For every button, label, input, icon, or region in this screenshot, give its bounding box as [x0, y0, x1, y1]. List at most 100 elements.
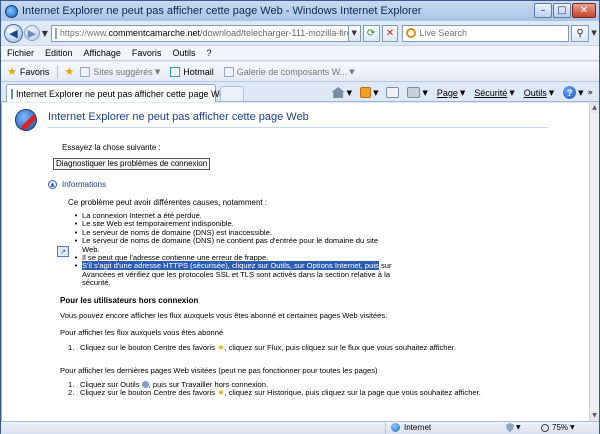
vertical-scrollbar[interactable]: ▲ ▼ [589, 103, 599, 421]
collapse-icon: ▲ [48, 180, 57, 189]
chevron-down-icon[interactable]: ▼ [578, 89, 583, 97]
chevron-down-icon: ▼ [459, 88, 466, 97]
chevron-down-icon: ▼ [570, 424, 575, 431]
status-text-area [1, 422, 386, 434]
maximize-button[interactable]: □ [553, 3, 571, 18]
chevron-down-icon: ▼ [349, 67, 355, 76]
fav-link-hotmail[interactable]: Hotmail [170, 66, 214, 77]
favorites-button[interactable]: Favoris [20, 67, 50, 77]
more-commands-button[interactable]: » [587, 88, 593, 98]
tab-label: Internet Explorer ne peut pas afficher c… [16, 88, 230, 99]
rss-feed-icon[interactable] [360, 87, 372, 98]
hotmail-icon [170, 66, 181, 77]
information-label: Informations [62, 180, 107, 189]
window-title: Internet Explorer ne peut pas afficher c… [22, 5, 422, 17]
menu-fichier[interactable]: Fichier [7, 48, 34, 58]
forward-arrow-icon: ▶ [27, 26, 37, 40]
protected-mode-indicator[interactable]: ▼ [506, 423, 521, 432]
help-icon[interactable]: ? [563, 86, 577, 99]
stop-button[interactable]: ✕ [381, 24, 399, 42]
page-menu-button[interactable]: Page [437, 88, 458, 98]
zoom-control[interactable]: 75% ▼ [541, 423, 575, 432]
address-row: ◀ ▶ ▼ https://www. commentcamarche.net /… [1, 22, 599, 44]
security-zone[interactable]: Internet [391, 423, 431, 432]
close-button[interactable]: ✕ [572, 3, 596, 18]
search-button[interactable]: ⚲ [571, 24, 590, 42]
list-item: 1. Cliquez sur le bouton Centre des favo… [68, 343, 488, 352]
address-dropdown-button[interactable]: ▼ [348, 24, 361, 42]
title-bar: Internet Explorer ne peut pas afficher c… [1, 1, 599, 21]
zoom-icon [541, 423, 549, 432]
page-title: Internet Explorer ne peut pas afficher c… [48, 111, 309, 123]
favorites-star-icon: ★ [7, 65, 17, 78]
information-toggle[interactable]: ▲ Informations [48, 180, 106, 189]
chevron-down-icon: ▼ [516, 424, 521, 431]
menu-help[interactable]: ? [206, 48, 211, 58]
status-bar: Internet ▼ 75% ▼ [1, 421, 599, 434]
offline-paragraph-2: Pour afficher les flux auxquels vous ête… [60, 328, 224, 337]
chevron-down-icon[interactable]: ▼ [347, 89, 352, 97]
history-dropdown-icon[interactable]: ▼ [42, 29, 48, 38]
chevron-down-icon[interactable]: ▼ [422, 89, 427, 97]
offline-heading: Pour les utilisateurs hors connexion [60, 296, 199, 305]
chevron-down-icon: ▼ [154, 67, 161, 76]
cannot-display-icon [15, 109, 37, 131]
title-divider [48, 127, 548, 128]
fav-link-label: Sites suggérés [93, 66, 153, 77]
menu-edition[interactable]: Edition [45, 48, 73, 58]
step-text-before: Cliquez sur le bouton Centre des favoris [80, 343, 216, 352]
home-icon[interactable] [331, 87, 345, 98]
security-menu-button[interactable]: Sécurité [474, 88, 507, 98]
search-input[interactable] [419, 28, 560, 38]
stop-icon: ✕ [385, 27, 395, 39]
scroll-down-icon[interactable]: ▼ [590, 411, 599, 421]
fav-link-label: Hotmail [183, 66, 214, 77]
step-text-before: Cliquez sur le bouton Centre des favoris [80, 388, 216, 398]
list-item: 2. Cliquez sur le bouton Centre des favo… [68, 388, 488, 398]
favorites-separator [57, 64, 59, 79]
menu-favoris[interactable]: Favoris [132, 48, 162, 58]
fav-link-suggested-sites[interactable]: Sites suggérés ▼ [80, 66, 161, 77]
globe-icon [391, 423, 400, 432]
menu-outils[interactable]: Outils [172, 48, 195, 58]
favorites-bar: ★ Favoris ★ Sites suggérés ▼ Hotmail Gal… [1, 62, 599, 82]
mail-icon[interactable] [386, 87, 400, 98]
try-label: Essayez la chose suivante : [62, 143, 161, 152]
command-bar: ▼ ▼ ▼ Page ▼ Sécurité ▼ Outils ▼ ? ▼ » [324, 85, 593, 100]
add-to-favorites-icon[interactable]: ★ [64, 65, 74, 78]
forward-button[interactable]: ▶ [23, 25, 40, 41]
refresh-button[interactable]: ⟳ [362, 24, 380, 42]
step-number: 2. [68, 388, 75, 398]
window-controls: – □ ✕ [534, 3, 596, 18]
chevron-down-icon[interactable]: ▼ [373, 89, 378, 97]
page-icon [54, 27, 57, 39]
url-host: commentcamarche.net [108, 28, 200, 38]
refresh-icon: ⟳ [366, 27, 376, 39]
minimize-button[interactable]: – [534, 3, 552, 18]
ie-window: Internet Explorer ne peut pas afficher c… [0, 0, 600, 434]
back-button[interactable]: ◀ [4, 23, 23, 43]
pages-steps: 1. Cliquez sur Outils , puis sur Travail… [68, 380, 488, 398]
accelerator-icon[interactable]: ↗ [57, 246, 69, 257]
new-tab-button[interactable] [220, 86, 244, 101]
url-prefix: https://www. [59, 28, 109, 38]
page-content: Internet Explorer ne peut pas afficher c… [1, 103, 589, 421]
magnifier-icon: ⚲ [576, 27, 584, 39]
address-field[interactable]: https://www. commentcamarche.net /downlo… [50, 24, 349, 42]
zone-label: Internet [404, 423, 432, 432]
menu-affichage[interactable]: Affichage [84, 48, 121, 58]
url-path: /download/telecharger-111-mozilla-firefo… [199, 28, 349, 38]
chevron-down-icon: ▼ [509, 88, 515, 97]
suggested-sites-icon [80, 66, 91, 77]
search-options-dropdown[interactable]: ▼ [589, 29, 599, 37]
tools-menu-button[interactable]: Outils [524, 88, 547, 98]
diagnose-connection-button[interactable]: Diagnostiquer les problèmes de connexion [53, 158, 211, 170]
tab-page-icon [11, 88, 13, 99]
scroll-up-icon[interactable]: ▲ [590, 103, 599, 113]
step-number: 1. [68, 343, 75, 352]
live-search-icon [406, 28, 417, 38]
fav-link-web-slice-gallery[interactable]: Galerie de composants W... ▼ [223, 66, 355, 77]
list-item-https: S'il s'agit d'une adresse HTTPS (sécuris… [74, 261, 394, 287]
tab-current[interactable]: Internet Explorer ne peut pas afficher c… [6, 84, 229, 102]
print-icon[interactable] [407, 87, 421, 98]
